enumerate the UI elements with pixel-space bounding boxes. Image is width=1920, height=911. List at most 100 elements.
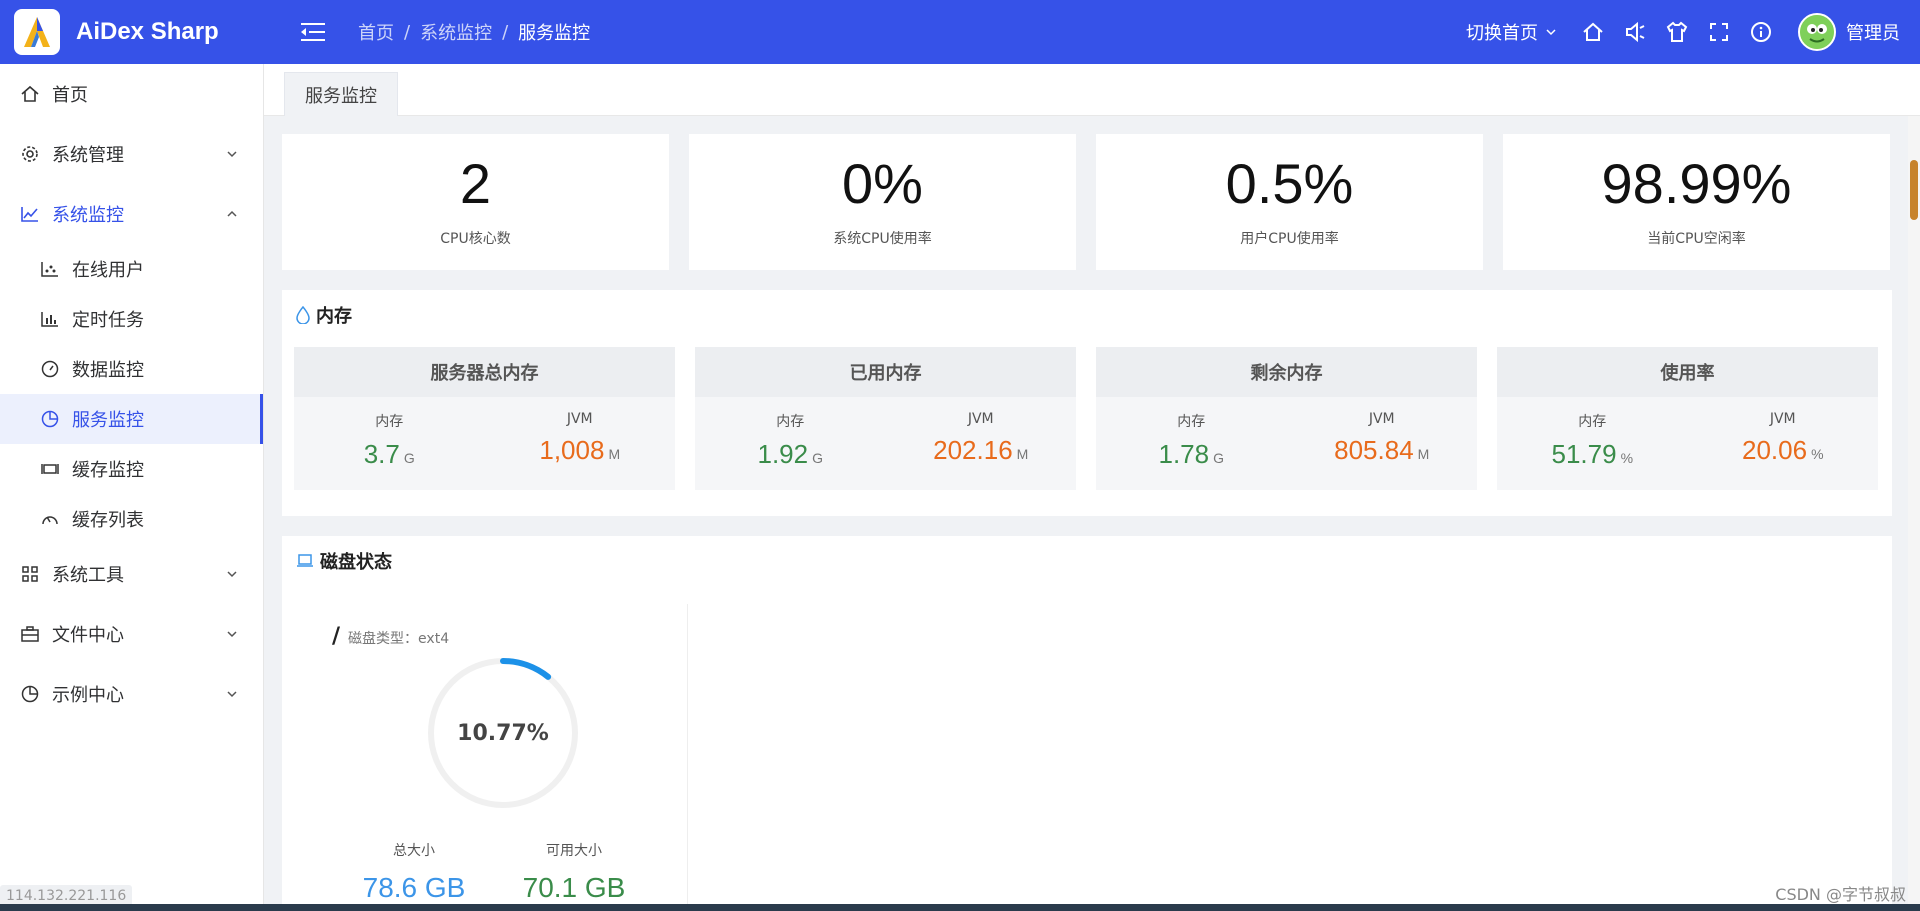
info-icon [1751, 22, 1771, 42]
sidebar-item-label: 示例中心 [52, 685, 124, 706]
memory-box-title: 剩余内存 [1096, 347, 1477, 397]
cpu-core-count: 2 [459, 152, 492, 215]
sidebar-item-scheduled-tasks[interactable]: 定时任务 [0, 294, 263, 344]
jvm-unit: M [608, 446, 621, 462]
sidebar-item-cache-monitor[interactable]: 缓存监控 [0, 444, 263, 494]
jvm-value: 805.84 [1334, 435, 1414, 465]
switch-home-dropdown[interactable]: 切换首页 [1466, 19, 1558, 45]
memory-card: 内存 服务器总内存 内存 3.7 G JVM 1,008 M 已用内存 内存 1.92 G … [282, 290, 1892, 516]
jvm-value: 202.16 [933, 435, 1013, 465]
logo[interactable]: AiDex Sharp [0, 9, 264, 55]
cpu-idle-rate: 98.99% [1601, 152, 1792, 215]
tab-service-monitor[interactable]: 服务监控 [284, 72, 398, 116]
pie-chart-icon [40, 409, 60, 429]
sidebar-item-system-management[interactable]: 系统管理 [0, 124, 263, 184]
system-cpu-usage: 0% [842, 152, 923, 215]
jvm-value: 1,008 [539, 435, 605, 465]
sidebar-item-label: 数据监控 [72, 360, 144, 381]
disk-total-value: 78.6 GB [362, 872, 466, 903]
cpu-stat-label: 用户CPU使用率 [1240, 231, 1339, 247]
sidebar-item-service-monitor[interactable]: 服务监控 [0, 394, 263, 444]
fullscreen-button[interactable] [1698, 11, 1740, 53]
sidebar-item-file-center[interactable]: 文件中心 [0, 604, 263, 664]
disk-usage-text: 10.77% [457, 720, 549, 746]
os-taskbar [0, 904, 1920, 911]
bar-chart-icon [40, 309, 60, 329]
sidebar-item-home[interactable]: 首页 [0, 64, 263, 124]
avatar [1798, 13, 1836, 51]
briefcase-icon [20, 624, 40, 644]
breadcrumb-separator: / [502, 21, 509, 43]
disk-total-label: 总大小 [393, 843, 435, 859]
breadcrumb-system-monitor[interactable]: 系统监控 [420, 19, 492, 45]
gear-icon [20, 144, 40, 164]
breadcrumb-home[interactable]: 首页 [358, 19, 394, 45]
memory-box-title: 服务器总内存 [294, 347, 675, 397]
sidebar-item-label: 系统管理 [52, 145, 124, 166]
chevron-up-icon [227, 210, 237, 217]
sidebar-item-label: 定时任务 [72, 310, 144, 331]
cpu-stat-label: 当前CPU空闲率 [1647, 231, 1746, 247]
breadcrumb-current: 服务监控 [518, 23, 591, 44]
sidebar: 首页 系统管理 系统监控 在线用户 定时任务 数据监控 服务监控 缓存监控 缓存… [0, 64, 264, 911]
user-menu[interactable]: 管理员 [1798, 13, 1900, 51]
chevron-down-icon [227, 691, 237, 698]
mem-value: 1.78 [1158, 439, 1210, 469]
user-name: 管理员 [1846, 23, 1900, 44]
scatter-icon [40, 259, 60, 279]
sidebar-item-label: 文件中心 [52, 625, 124, 646]
sidebar-item-label: 首页 [52, 85, 88, 106]
menu-fold-icon [301, 23, 325, 41]
logo-icon [14, 9, 60, 55]
memory-title: 内存 [282, 290, 1892, 340]
sidebar-item-label: 系统工具 [52, 565, 124, 586]
memory-box: 服务器总内存 内存 3.7 G JVM 1,008 M [294, 347, 675, 490]
jvm-col-label: JVM [967, 411, 994, 427]
home-icon [1583, 22, 1603, 41]
home-button[interactable] [1572, 11, 1614, 53]
line-chart-icon [20, 204, 40, 224]
mem-value: 3.7 [363, 439, 400, 469]
sidebar-item-label: 系统监控 [52, 205, 124, 226]
sidebar-item-data-monitor[interactable]: 数据监控 [0, 344, 263, 394]
sidebar-item-online-users[interactable]: 在线用户 [0, 244, 263, 294]
memory-box: 使用率 内存 51.79% JVM 20.06% [1497, 347, 1878, 490]
sidebar-item-system-monitor[interactable]: 系统监控 [0, 184, 263, 244]
jvm-col-label: JVM [1368, 411, 1395, 427]
page-scrollbar[interactable] [1908, 116, 1920, 911]
menu-fold-button[interactable] [288, 22, 338, 42]
laptop-icon [296, 553, 314, 569]
top-header: AiDex Sharp 首页 / 系统监控 / 服务监控 切换首页 管理员 [0, 0, 1920, 64]
theme-button[interactable] [1656, 11, 1698, 53]
cpu-stats: 2 CPU核心数 0% 系统CPU使用率 0.5% 用户CPU使用率 98.99… [282, 134, 1890, 270]
scrollbar-thumb[interactable] [1910, 160, 1918, 220]
sidebar-item-example-center[interactable]: 示例中心 [0, 664, 263, 724]
notice-button[interactable] [1614, 11, 1656, 53]
sidebar-item-system-tools[interactable]: 系统工具 [0, 544, 263, 604]
pie-icon [20, 684, 40, 704]
mem-unit: G [812, 450, 823, 466]
jvm-col-label: JVM [566, 411, 593, 427]
header-actions: 切换首页 管理员 [1466, 11, 1920, 53]
jvm-col-label: JVM [1769, 411, 1796, 427]
info-button[interactable] [1740, 11, 1782, 53]
chevron-down-icon [227, 151, 237, 158]
cpu-stat-label: 系统CPU使用率 [833, 231, 932, 247]
cpu-stat-card: 0.5% 用户CPU使用率 [1096, 134, 1483, 270]
speedometer-icon [40, 509, 60, 529]
watermark: CSDN @字节叔叔 [1775, 885, 1906, 904]
sidebar-item-label: 缓存列表 [72, 510, 144, 531]
sidebar-item-cache-list[interactable]: 缓存列表 [0, 494, 263, 544]
jvm-unit: M [1417, 446, 1430, 462]
main-content: 2 CPU核心数 0% 系统CPU使用率 0.5% 用户CPU使用率 98.99… [264, 116, 1920, 911]
fullscreen-icon [1710, 23, 1728, 41]
drop-icon [296, 306, 310, 324]
grid-icon [20, 564, 40, 584]
disk-card: 磁盘状态 / 磁盘类型：ext4 10.77% 总大小 78.6 GB 可用大小… [282, 536, 1892, 911]
shirt-icon [1666, 21, 1688, 42]
mem-unit: G [403, 450, 415, 466]
memory-boxes: 服务器总内存 内存 3.7 G JVM 1,008 M 已用内存 内存 1.92 G JVM… [294, 347, 1878, 490]
tab-bar: 服务监控 [264, 64, 1920, 116]
disk-path: / [332, 624, 341, 649]
mem-unit: G [1213, 450, 1224, 466]
